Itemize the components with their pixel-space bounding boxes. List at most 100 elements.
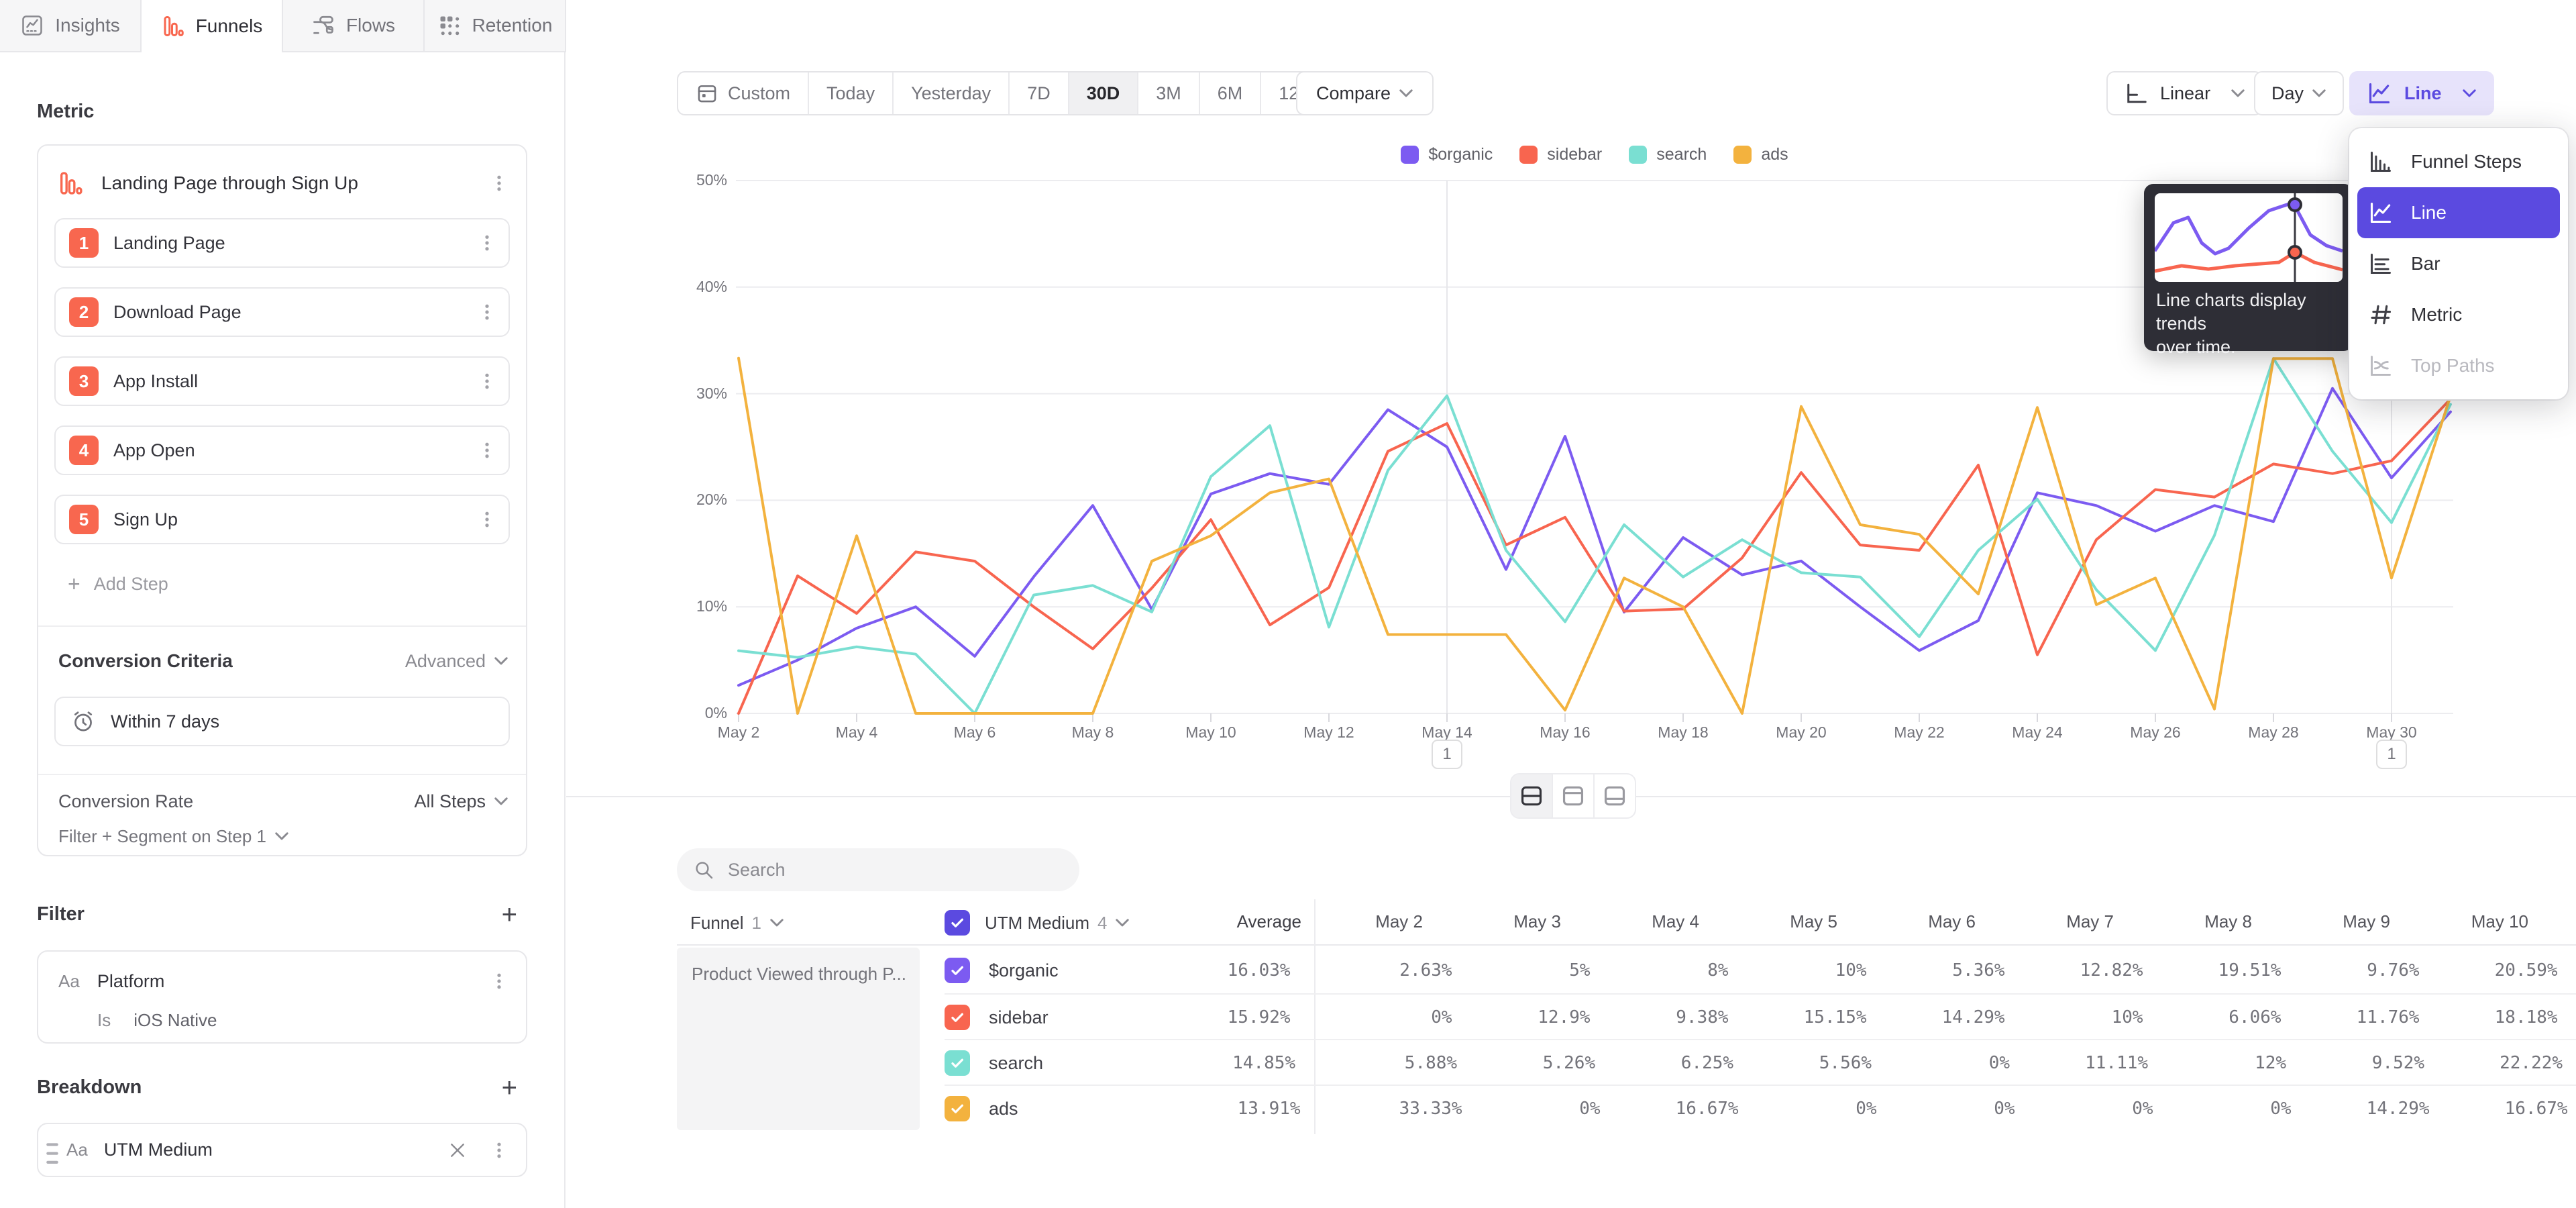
annotation-badge[interactable]: 1 xyxy=(1432,740,1462,769)
date-column-header: May 8 xyxy=(2125,911,2252,932)
step-kebab-icon[interactable] xyxy=(474,299,500,325)
x-tick-label: May 4 xyxy=(810,723,904,742)
tab-retention[interactable]: Retention xyxy=(425,0,566,52)
range-yesterday[interactable]: Yesterday xyxy=(894,72,1010,114)
search-icon xyxy=(693,859,727,880)
breakdown-column-header: UTM Medium 4 xyxy=(945,903,1130,943)
add-breakdown-button[interactable]: + xyxy=(502,1078,517,1098)
funnel-step-2[interactable]: 2 Download Page xyxy=(54,287,510,337)
conversion-rate-dropdown[interactable]: All Steps xyxy=(414,791,508,812)
chart-type-dropdown[interactable]: Line xyxy=(2349,71,2494,115)
breakdown-card[interactable]: Aa UTM Medium xyxy=(37,1123,527,1177)
chevron-down-icon xyxy=(494,656,508,666)
conversion-criteria-row: Conversion Criteria Advanced xyxy=(58,650,508,672)
add-filter-button[interactable]: + xyxy=(502,905,517,925)
range-30d[interactable]: 30D xyxy=(1069,72,1139,114)
step-kebab-icon[interactable] xyxy=(474,437,500,464)
filter-operator[interactable]: Is xyxy=(97,1010,111,1031)
cell-value: 0% xyxy=(1314,1007,1452,1027)
x-tick-label: May 6 xyxy=(928,723,1022,742)
range-custom[interactable]: Custom xyxy=(678,72,809,114)
range-3m[interactable]: 3M xyxy=(1138,72,1200,114)
conversion-window-button[interactable]: Within 7 days xyxy=(54,697,510,746)
step-kebab-icon[interactable] xyxy=(474,368,500,395)
step-kebab-icon[interactable] xyxy=(474,506,500,533)
legend-item-search[interactable]: search xyxy=(1629,145,1707,164)
close-icon[interactable] xyxy=(447,1140,468,1161)
interval-dropdown[interactable]: Day xyxy=(2254,71,2344,115)
funnel-step-4[interactable]: 4 App Open xyxy=(54,425,510,475)
menu-item-metric[interactable]: Metric xyxy=(2349,289,2568,340)
y-tick-label: 20% xyxy=(639,491,727,509)
select-all-checkbox[interactable] xyxy=(945,910,970,936)
funnels-page: InsightsFunnelsFlowsRetention Metric Lan… xyxy=(0,0,2576,1208)
layout-split-view[interactable] xyxy=(1511,774,1553,817)
legend-item-$organic[interactable]: $organic xyxy=(1401,145,1493,164)
tab-funnels[interactable]: Funnels xyxy=(142,0,283,52)
cell-value: 2.63% xyxy=(1314,960,1452,980)
add-step-button[interactable]: + Add Step xyxy=(68,563,168,605)
filter-card[interactable]: Aa Platform Is iOS Native xyxy=(37,950,527,1044)
legend-swatch xyxy=(1629,146,1647,164)
interval-label: Day xyxy=(2271,83,2304,104)
drag-handle-icon[interactable] xyxy=(45,1140,60,1160)
x-tick-label: May 22 xyxy=(1872,723,1966,742)
table-search[interactable] xyxy=(677,848,1079,891)
bar-chart-icon xyxy=(2368,251,2394,276)
search-input[interactable] xyxy=(727,859,1063,881)
y-tick-label: 30% xyxy=(639,385,727,403)
scale-dropdown[interactable]: Linear xyxy=(2106,71,2263,115)
tab-insights[interactable]: Insights xyxy=(0,0,142,52)
chevron-down-icon xyxy=(1399,89,1413,99)
filter-kebab-icon[interactable] xyxy=(486,968,513,995)
chevron-down-icon xyxy=(2312,89,2326,99)
menu-item-bar[interactable]: Bar xyxy=(2349,238,2568,289)
filter-segment-dropdown[interactable]: Filter + Segment on Step 1 xyxy=(58,826,289,847)
row-checkbox[interactable] xyxy=(945,1005,970,1030)
conversion-rate-row: Conversion Rate All Steps xyxy=(58,791,508,812)
x-tick-label: May 30 xyxy=(2345,723,2438,742)
funnel-name-cell[interactable]: Product Viewed through P... xyxy=(677,948,920,1130)
range-6m[interactable]: 6M xyxy=(1200,72,1262,114)
line-chart-icon xyxy=(2367,81,2392,106)
breakdown-kebab-icon[interactable] xyxy=(486,1137,513,1164)
chevron-down-icon[interactable] xyxy=(1115,918,1130,928)
cell-value: 9.76% xyxy=(2282,960,2420,980)
menu-item-line[interactable]: Line xyxy=(2357,187,2560,238)
y-tick-label: 40% xyxy=(639,278,727,296)
legend-item-ads[interactable]: ads xyxy=(1733,145,1788,164)
step-kebab-icon[interactable] xyxy=(474,230,500,256)
row-checkbox[interactable] xyxy=(945,1096,970,1121)
layout-chart-only[interactable] xyxy=(1553,774,1595,817)
tab-flows[interactable]: Flows xyxy=(283,0,425,52)
cell-value: 0% xyxy=(1872,1053,2010,1073)
legend-item-sidebar[interactable]: sidebar xyxy=(1519,145,1602,164)
funnel-step-1[interactable]: 1 Landing Page xyxy=(54,218,510,268)
compare-button[interactable]: Compare xyxy=(1296,71,1434,115)
cell-value: 12.82% xyxy=(2005,960,2143,980)
filter-value[interactable]: iOS Native xyxy=(133,1010,217,1031)
menu-item-funnel-steps[interactable]: Funnel Steps xyxy=(2349,136,2568,187)
row-checkbox[interactable] xyxy=(945,1050,970,1076)
row-checkbox[interactable] xyxy=(945,958,970,983)
funnel-column-header[interactable]: Funnel 1 xyxy=(690,903,784,943)
average-value: 16.03% xyxy=(1135,960,1291,980)
range-7d[interactable]: 7D xyxy=(1010,72,1069,114)
tooltip-mini-chart xyxy=(2155,193,2343,282)
layout-split-view-icon xyxy=(1518,783,1545,809)
cell-value: 0% xyxy=(2015,1099,2153,1119)
x-tick-label: May 24 xyxy=(1990,723,2084,742)
filter-section-header: Filter + xyxy=(37,903,517,925)
cell-value: 5.56% xyxy=(1733,1053,1872,1073)
funnel-step-3[interactable]: 3 App Install xyxy=(54,356,510,406)
metric-kebab-icon[interactable] xyxy=(486,170,513,197)
annotation-badge[interactable]: 1 xyxy=(2376,740,2407,769)
advanced-dropdown[interactable]: Advanced xyxy=(405,651,508,672)
range-today[interactable]: Today xyxy=(809,72,894,114)
x-tick-label: May 10 xyxy=(1164,723,1258,742)
layout-table-only[interactable] xyxy=(1595,774,1635,817)
cell-value: 10% xyxy=(1729,960,1867,980)
cell-value: 16.67% xyxy=(2430,1099,2568,1119)
funnel-step-5[interactable]: 5 Sign Up xyxy=(54,495,510,544)
metric-heading: Metric xyxy=(37,101,94,123)
